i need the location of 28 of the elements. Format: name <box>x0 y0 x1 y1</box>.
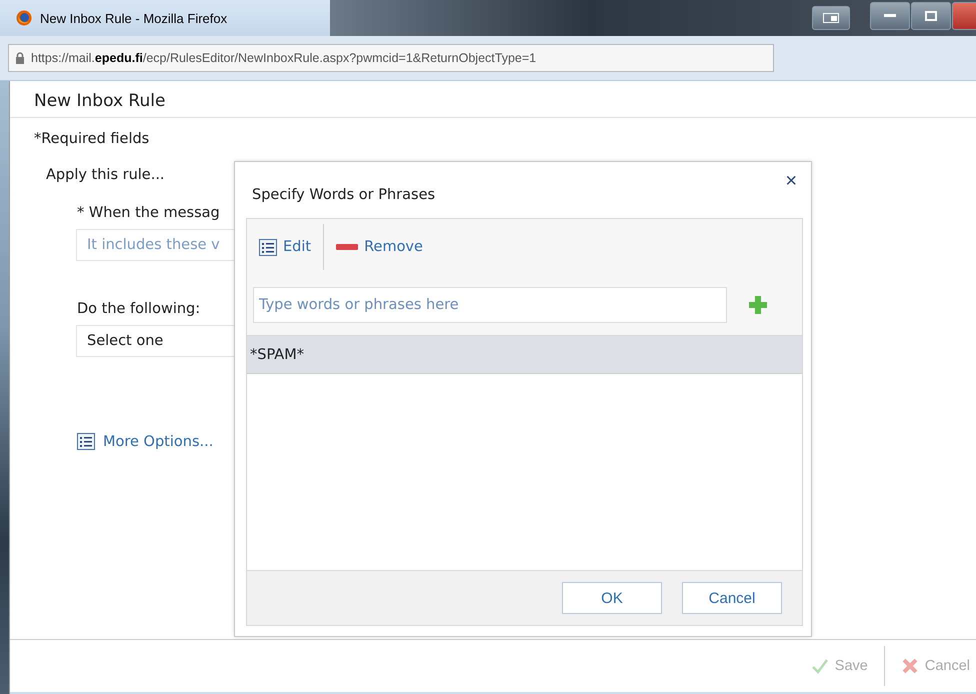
ok-button[interactable]: OK <box>562 582 662 614</box>
window-title: New Inbox Rule - Mozilla Firefox <box>40 10 228 26</box>
maximize-icon <box>925 11 937 21</box>
field-label: Do the following: <box>76 300 202 317</box>
cross-icon <box>900 657 919 675</box>
list-item[interactable]: *SPAM* <box>247 336 802 374</box>
required-note: *Required fields <box>34 130 150 147</box>
list-icon <box>77 433 95 450</box>
remove-button[interactable]: Remove <box>332 235 427 259</box>
minimize-icon <box>884 14 896 18</box>
page-title: New Inbox Rule <box>10 81 976 118</box>
lock-icon <box>15 52 25 64</box>
cancel-button[interactable]: Cancel <box>682 582 782 614</box>
maximize-button[interactable] <box>911 2 951 30</box>
minimize-button[interactable] <box>870 2 910 30</box>
words-input[interactable]: Type words or phrases here <box>253 287 727 323</box>
close-button[interactable]: × <box>779 170 803 193</box>
list-icon <box>259 238 277 256</box>
section-label: Apply this rule... <box>45 166 166 183</box>
browser-logo-icon <box>16 10 32 26</box>
window-switch-button[interactable] <box>812 6 850 30</box>
dialog-title: Specify Words or Phrases <box>251 186 436 203</box>
edit-button[interactable]: Edit <box>255 234 316 260</box>
more-options-link[interactable]: More Options... <box>103 434 214 450</box>
window-switch-icon <box>823 13 839 23</box>
address-bar[interactable]: https://mail.epedu.fi/ecp/RulesEditor/NewInboxRule.aspx?pwmcid=1&ReturnObjectType=1 <box>8 44 774 72</box>
checkmark-icon <box>810 658 829 674</box>
minus-icon <box>336 244 358 250</box>
